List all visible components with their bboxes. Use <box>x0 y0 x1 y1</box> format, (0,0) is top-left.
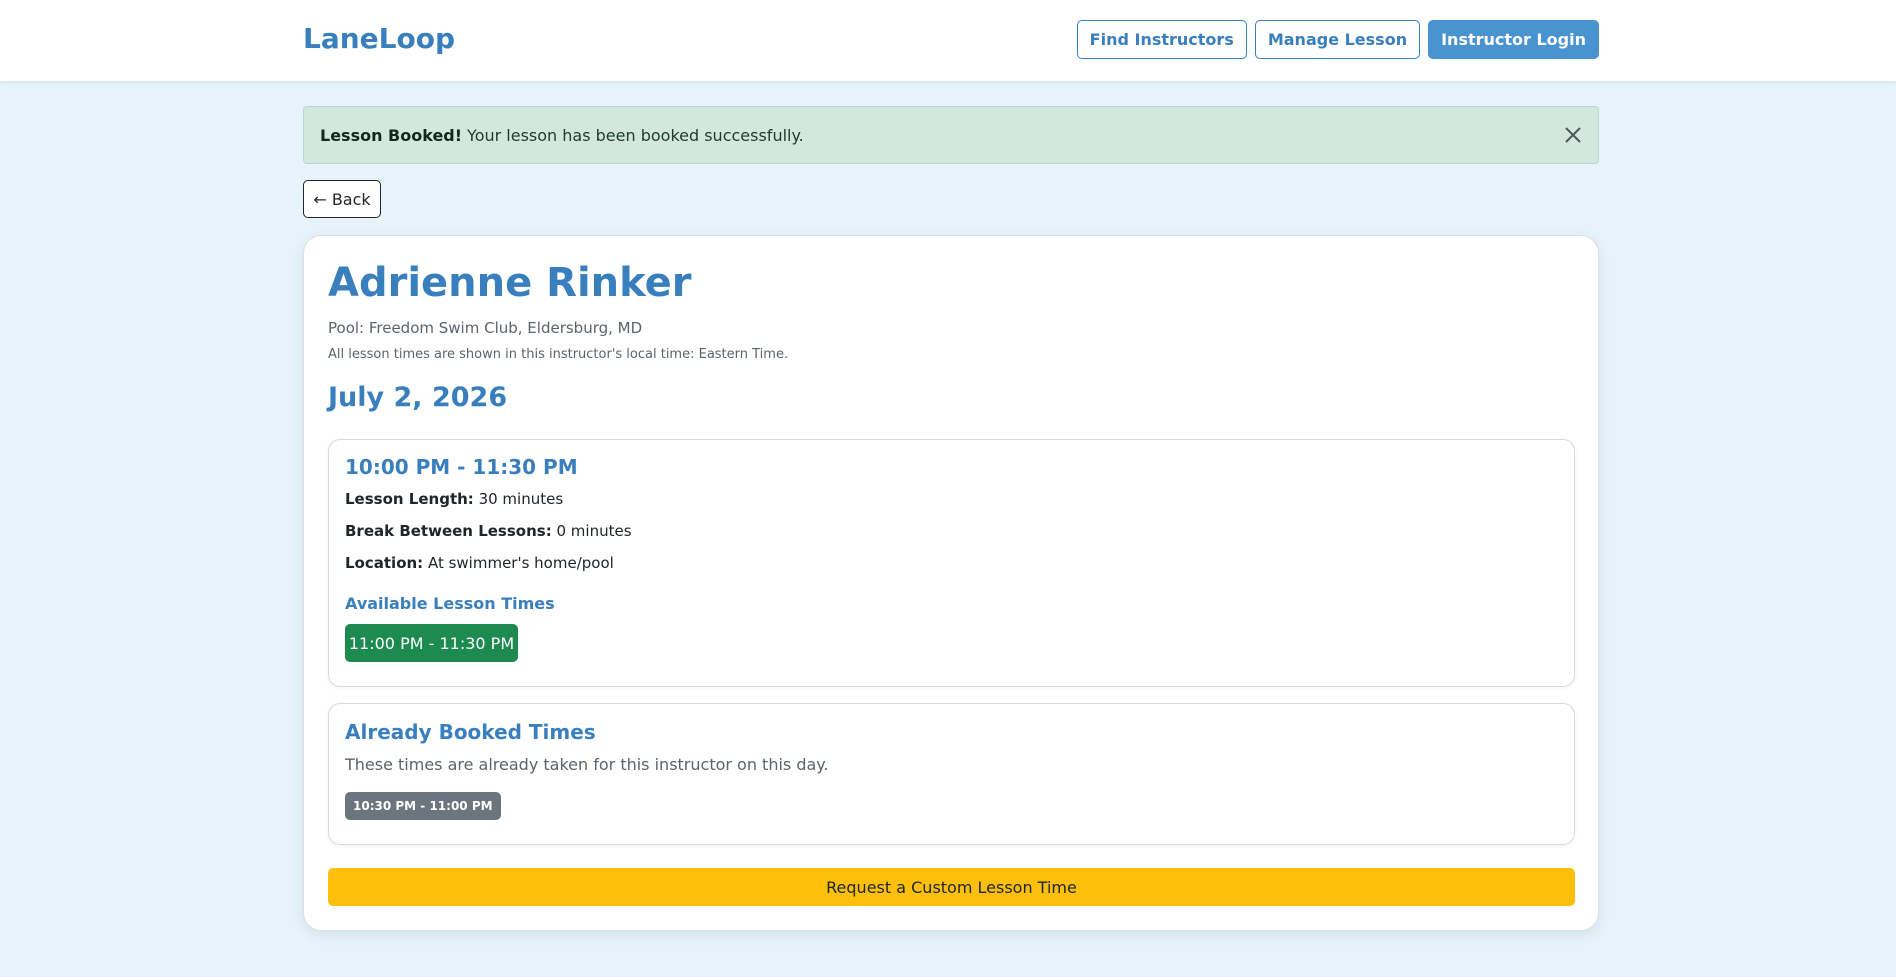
top-navbar: LaneLoop Find Instructors Manage Lesson … <box>0 0 1896 82</box>
available-times-heading: Available Lesson Times <box>345 594 555 613</box>
location-value: At swimmer's home/pool <box>427 554 614 572</box>
available-time-button[interactable]: 11:00 PM - 11:30 PM <box>345 624 518 662</box>
lesson-length-value: 30 minutes <box>478 490 564 508</box>
manage-lesson-button[interactable]: Manage Lesson <box>1254 20 1421 59</box>
instructor-pool: Pool: Freedom Swim Club, Eldersburg, MD <box>328 319 643 337</box>
booked-times-description: These times are already taken for this i… <box>345 755 829 774</box>
nav-buttons: Find Instructors Manage Lesson Instructo… <box>1076 20 1599 59</box>
break-label: Break Between Lessons: <box>345 522 552 540</box>
lesson-date: July 2, 2026 <box>328 382 508 413</box>
availability-slot-card: 10:00 PM - 11:30 PM Lesson Length: 30 mi… <box>328 439 1575 687</box>
booked-times-title: Already Booked Times <box>345 720 596 744</box>
timezone-note: All lesson times are shown in this instr… <box>328 347 789 362</box>
close-icon[interactable] <box>1562 124 1584 146</box>
booked-times-card: Already Booked Times These times are alr… <box>328 703 1575 845</box>
alert-title: Lesson Booked! <box>320 125 463 145</box>
request-custom-time-button[interactable]: Request a Custom Lesson Time <box>328 868 1575 906</box>
lesson-length-label: Lesson Length: <box>345 490 474 508</box>
success-alert: Lesson Booked! Your lesson has been book… <box>303 106 1599 164</box>
brand-logo[interactable]: LaneLoop <box>303 22 455 55</box>
slot-time-range: 10:00 PM - 11:30 PM <box>345 455 578 479</box>
instructor-login-button[interactable]: Instructor Login <box>1428 20 1599 59</box>
location-label: Location: <box>345 554 424 572</box>
booked-time-badge: 10:30 PM - 11:00 PM <box>345 792 501 820</box>
lesson-length-row: Lesson Length: 30 minutes <box>345 490 563 508</box>
instructor-name: Adrienne Rinker <box>328 260 692 306</box>
back-button[interactable]: ← Back <box>303 180 381 218</box>
location-row: Location: At swimmer's home/pool <box>345 554 614 572</box>
alert-message: Your lesson has been booked successfully… <box>467 125 804 145</box>
break-row: Break Between Lessons: 0 minutes <box>345 522 632 540</box>
instructor-card: Adrienne Rinker Pool: Freedom Swim Club,… <box>303 235 1599 931</box>
break-value: 0 minutes <box>556 522 632 540</box>
find-instructors-button[interactable]: Find Instructors <box>1076 20 1247 59</box>
